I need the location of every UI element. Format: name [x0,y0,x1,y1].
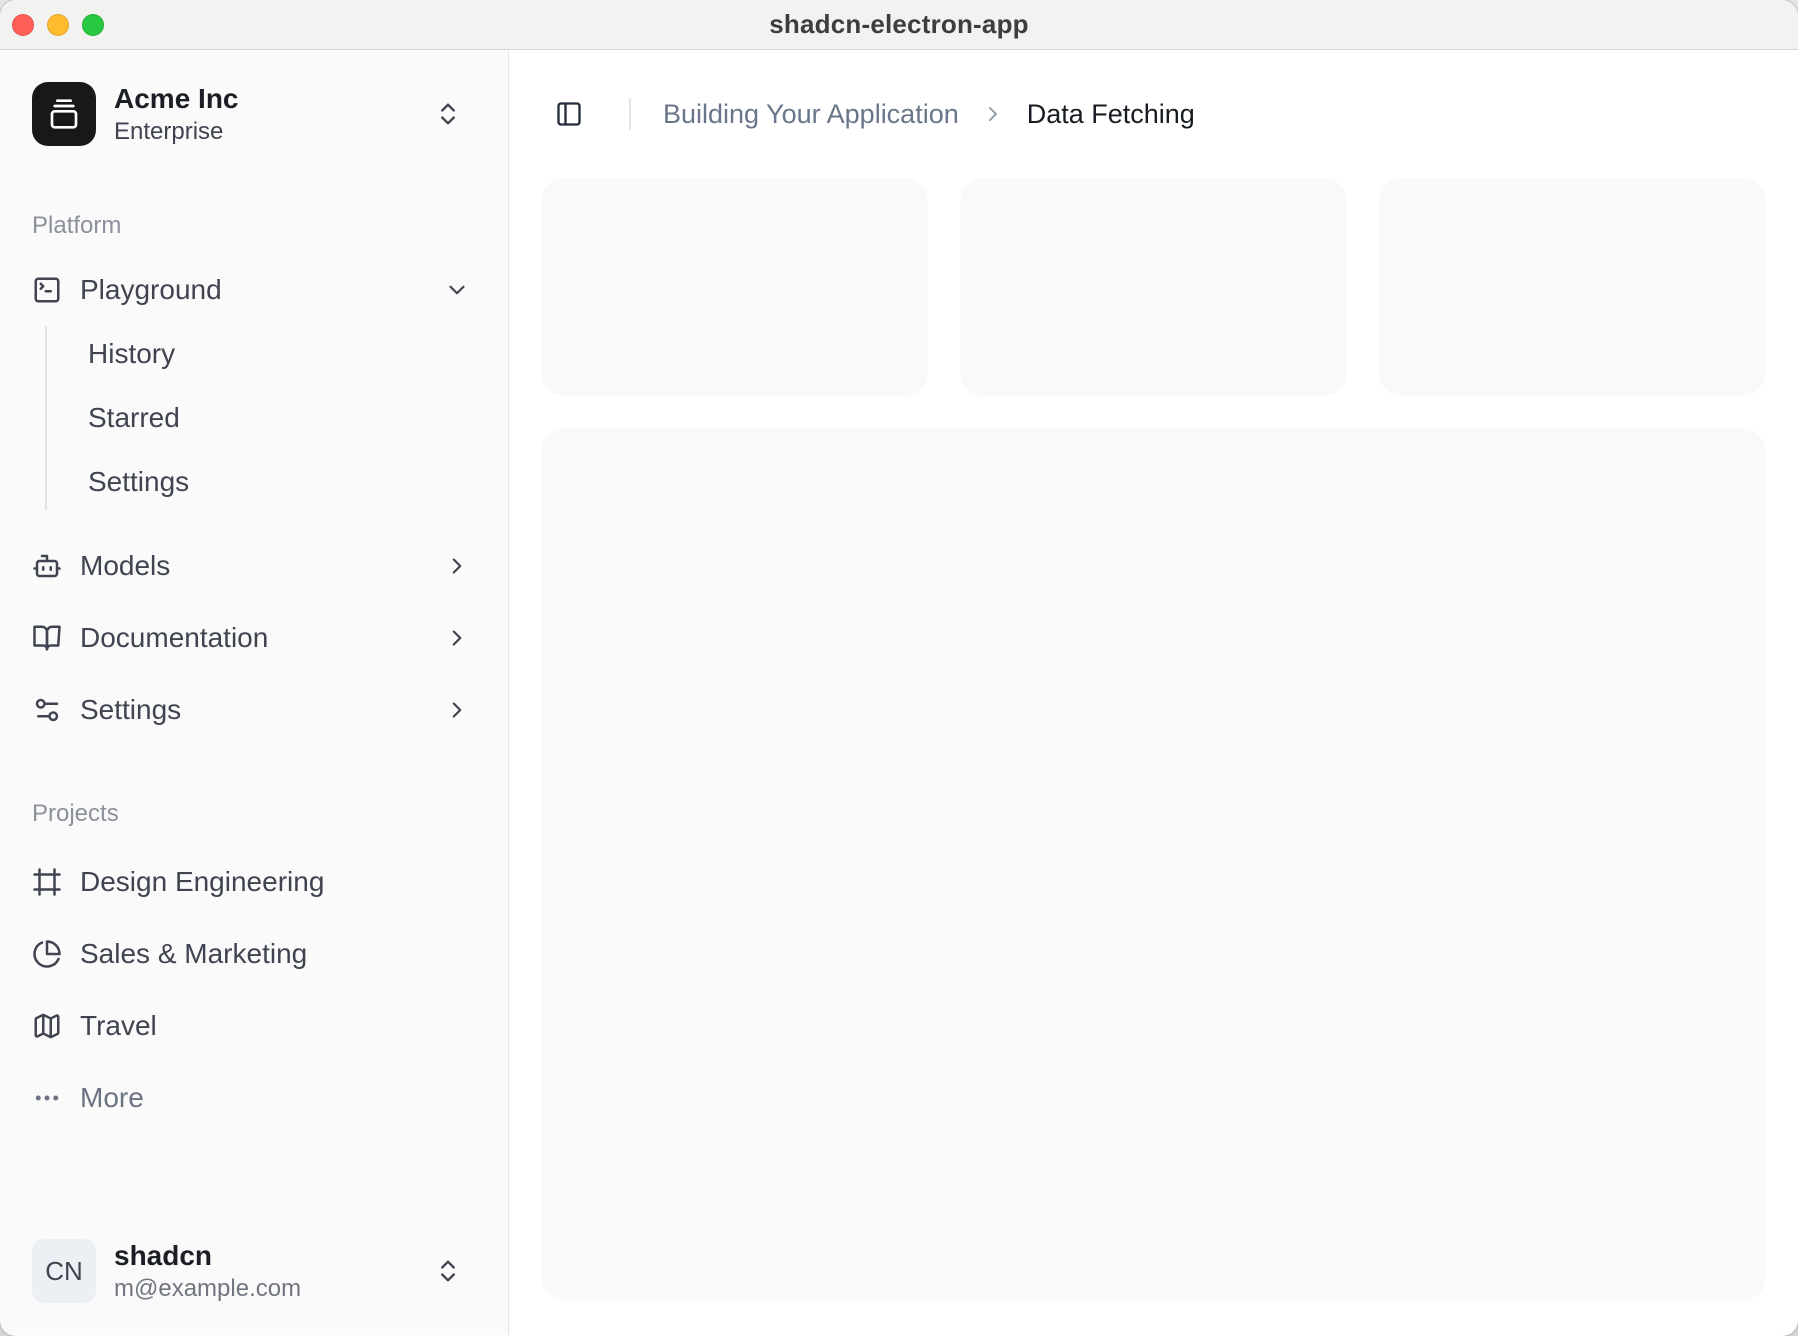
breadcrumb-current-page: Data Fetching [1027,99,1195,130]
sidebar-item-documentation[interactable]: Documentation [16,606,492,670]
book-open-icon [32,623,62,653]
team-name: Acme Inc [114,81,239,117]
user-menu-button[interactable]: CN shadcn m@example.com [16,1223,492,1319]
user-email: m@example.com [114,1274,301,1304]
chevron-right-icon [444,553,470,579]
main-header: Building Your Application Data Fetching [509,50,1798,178]
main-content: Building Your Application Data Fetching [509,50,1798,1335]
sidebar-item-sales-marketing[interactable]: Sales & Marketing [16,922,492,986]
breadcrumb: Building Your Application Data Fetching [663,99,1195,130]
close-button[interactable] [12,14,34,36]
sidebar-item-more[interactable]: More [16,1066,492,1130]
gallery-vertical-end-icon [32,82,96,146]
chevron-right-icon [444,697,470,723]
sidebar-item-label: More [80,1082,144,1114]
platform-menu: Playground History Starred Settings [16,258,492,742]
settings-sliders-icon [32,695,62,725]
chevron-right-icon [444,625,470,651]
chevrons-up-down-icon [434,1257,462,1285]
team-plan: Enterprise [114,117,239,147]
minimize-button[interactable] [47,14,69,36]
pie-chart-icon [32,939,62,969]
sidebar-item-models[interactable]: Models [16,534,492,598]
sidebar-item-label: Design Engineering [80,866,324,898]
placeholder-cards-row [541,178,1766,396]
sidebar-subitem-history[interactable]: History [80,326,492,382]
titlebar[interactable]: shadcn-electron-app [0,0,1798,50]
chevron-right-icon [981,102,1005,126]
window-title: shadcn-electron-app [769,9,1029,40]
sidebar-item-travel[interactable]: Travel [16,994,492,1058]
sidebar-item-label: Documentation [80,622,268,654]
sidebar-item-design-engineering[interactable]: Design Engineering [16,850,492,914]
sidebar-item-label: Playground [80,274,222,306]
sidebar-item-playground[interactable]: Playground [16,258,492,322]
app-window: shadcn-electron-app Acme Inc Enterprise … [0,0,1798,1336]
sidebar-item-label: Settings [80,694,181,726]
group-label-projects: Projects [16,798,492,830]
placeholder-card [960,178,1347,396]
zoom-button[interactable] [82,14,104,36]
group-label-platform: Platform [16,210,492,242]
playground-submenu: History Starred Settings [45,326,492,510]
frame-icon [32,867,62,897]
sidebar-item-settings[interactable]: Settings [16,678,492,742]
sidebar-item-label: Travel [80,1010,157,1042]
avatar: CN [32,1239,96,1303]
ellipsis-icon [32,1083,62,1113]
sidebar-item-label: Models [80,550,170,582]
traffic-lights [12,14,104,36]
team-switcher-button[interactable]: Acme Inc Enterprise [16,66,492,162]
sidebar-subitem-starred[interactable]: Starred [80,390,492,446]
placeholder-card [1379,178,1766,396]
bot-icon [32,551,62,581]
content-area [509,178,1798,1335]
breadcrumb-link-parent[interactable]: Building Your Application [663,99,959,130]
chevrons-up-down-icon [434,100,462,128]
chevron-down-icon [444,277,470,303]
map-icon [32,1011,62,1041]
header-divider [629,98,631,130]
placeholder-card [541,178,928,396]
sidebar: Acme Inc Enterprise Platform Playground [0,50,509,1335]
sidebar-subitem-settings[interactable]: Settings [80,454,492,510]
sidebar-item-label: Sales & Marketing [80,938,307,970]
user-name: shadcn [114,1238,301,1274]
square-terminal-icon [32,275,62,305]
placeholder-panel [541,428,1766,1301]
panel-left-icon [555,100,583,128]
projects-menu: Design Engineering Sales & Marketing Tra… [16,850,492,1130]
sidebar-toggle-button[interactable] [541,86,597,142]
